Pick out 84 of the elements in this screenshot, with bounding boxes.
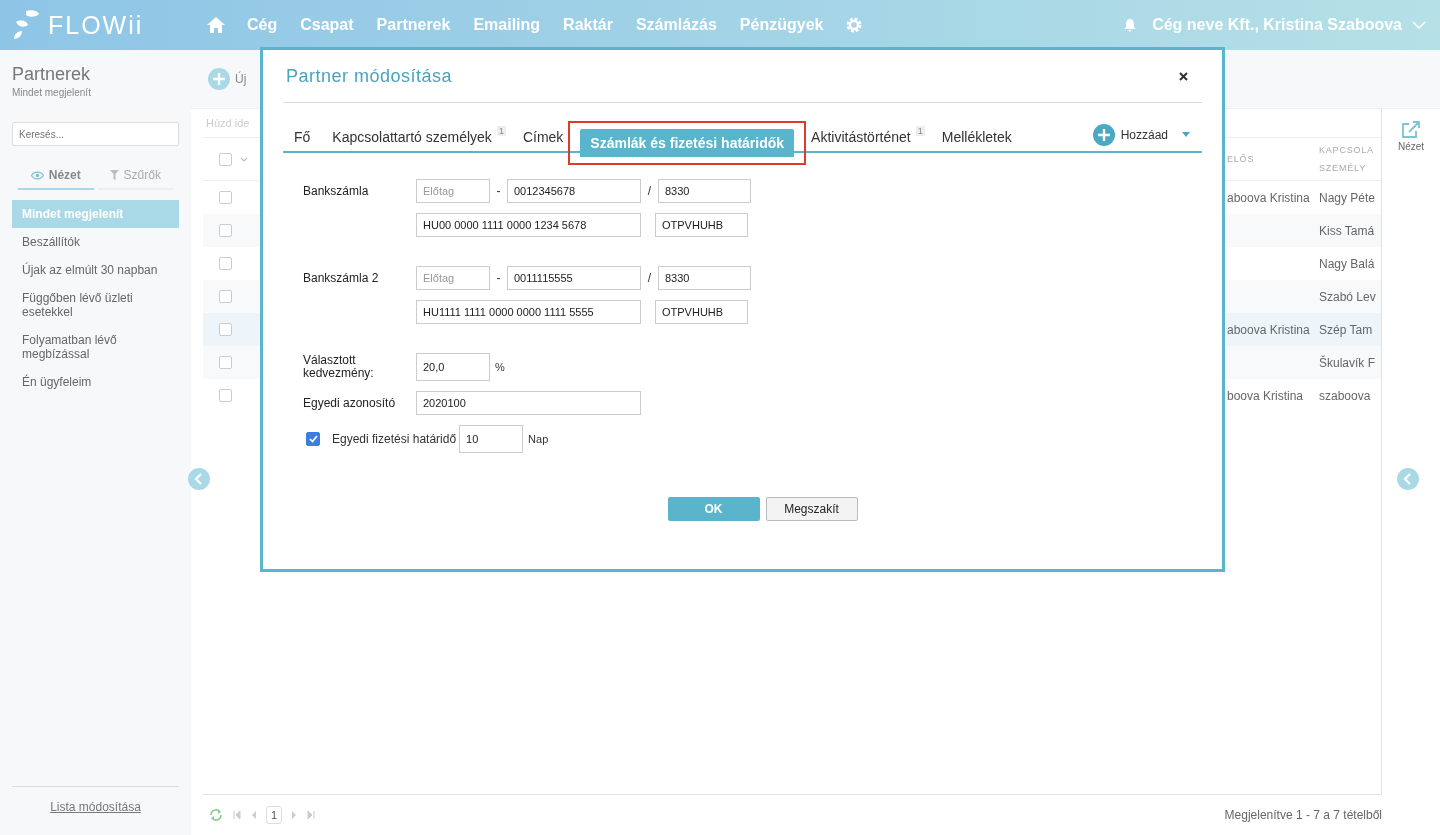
slash-separator: / xyxy=(646,271,653,285)
table-cell: Szép Tam xyxy=(1319,322,1373,337)
view-label[interactable]: Nézet xyxy=(1397,141,1425,152)
external-link-icon[interactable] xyxy=(1401,121,1421,139)
eye-icon xyxy=(30,170,44,180)
field-label: Bankszámla 2 xyxy=(303,271,380,285)
row-checkbox[interactable] xyxy=(219,224,232,237)
field-label: Egyedi fizetési határidő xyxy=(332,432,457,446)
search-field[interactable]: Keresés... xyxy=(12,122,179,146)
field-label: Bankszámla xyxy=(303,184,370,198)
prefix-field[interactable]: Előtag xyxy=(416,179,490,203)
table-cell: Nagy Péte xyxy=(1319,190,1376,205)
custom-id-field[interactable]: 2020100 xyxy=(416,391,641,415)
sidebar-subtitle: Mindet megjelenít xyxy=(12,87,92,98)
plus-icon xyxy=(1092,124,1115,146)
prefix-field[interactable]: Előtag xyxy=(416,266,490,290)
bank-code-field[interactable]: 8330 xyxy=(658,266,751,290)
percent-unit: % xyxy=(495,361,505,373)
row-checkbox[interactable] xyxy=(219,323,232,336)
table-cell: Škulavík F xyxy=(1319,355,1375,370)
add-icon[interactable] xyxy=(208,68,230,90)
chevron-down-icon[interactable] xyxy=(240,156,248,162)
sidebar-item[interactable]: Én ügyfeleim xyxy=(12,368,179,396)
collapse-icon[interactable] xyxy=(1397,468,1419,490)
table-cell: Szabó Lev xyxy=(1319,289,1376,304)
first-page-icon[interactable] xyxy=(233,811,241,819)
cancel-button[interactable]: Megszakít xyxy=(765,497,858,521)
sidebar-tab[interactable]: Nézet xyxy=(18,162,94,190)
dialog-tab[interactable]: Fő xyxy=(285,123,320,151)
dialog-title: Partner módosítása xyxy=(286,65,453,87)
table-cell: Kiss Tamá xyxy=(1319,223,1375,238)
collapse-icon[interactable] xyxy=(188,468,210,490)
table-cell: szaboova xyxy=(1319,388,1371,403)
next-page-icon[interactable] xyxy=(292,811,298,819)
previous-page-icon[interactable] xyxy=(251,811,256,819)
days-unit: Nap xyxy=(528,433,549,445)
row-checkbox[interactable] xyxy=(219,191,232,204)
row-checkbox[interactable] xyxy=(219,356,232,369)
pager-summary: Megjelenítve 1 - 7 a 7 tételből xyxy=(1224,808,1382,822)
add-button[interactable]: Hozzáad xyxy=(1086,123,1174,147)
table-cell: Nagy Balá xyxy=(1319,256,1375,271)
edit-list-link[interactable]: Lista módosítása xyxy=(50,800,141,814)
dialog-tab[interactable]: Mellékletek xyxy=(932,123,1021,151)
table-cell: boova Kristina xyxy=(1227,388,1304,403)
sidebar-item[interactable]: Beszállítók xyxy=(12,228,179,256)
dash-separator: - xyxy=(495,184,502,198)
dialog-tab[interactable]: Címek xyxy=(513,123,573,151)
iban-field[interactable]: HU00 0000 1111 0000 1234 5678 xyxy=(416,213,641,237)
slash-separator: / xyxy=(646,184,653,198)
due-days-field[interactable]: 10 xyxy=(459,425,524,453)
row-checkbox[interactable] xyxy=(219,389,232,402)
row-checkbox[interactable] xyxy=(219,290,232,303)
table-cell: aboova Kristina xyxy=(1227,190,1310,205)
row-checkbox[interactable] xyxy=(219,257,232,270)
bic-field[interactable]: OTPVHUHB xyxy=(655,213,748,237)
filter-icon xyxy=(109,170,119,180)
page-number[interactable]: 1 xyxy=(266,806,283,824)
caret-down-icon[interactable] xyxy=(1182,132,1190,137)
field-label: Egyedi azonosító xyxy=(303,396,397,410)
bic-field[interactable]: OTPVHUHB xyxy=(655,300,748,324)
dash-separator: - xyxy=(495,271,502,285)
sidebar-title: Partnerek xyxy=(12,64,92,85)
close-icon[interactable] xyxy=(1179,71,1188,81)
due-date-checkbox[interactable] xyxy=(306,432,320,446)
count-badge: 1 xyxy=(915,126,925,136)
home-icon[interactable] xyxy=(207,17,225,33)
sidebar-item[interactable]: Folyamatban lévő megbízással xyxy=(12,326,179,368)
table-cell: aboova Kristina xyxy=(1227,322,1310,337)
bell-icon[interactable] xyxy=(1124,18,1137,32)
account-number-field[interactable]: 0012345678 xyxy=(507,179,641,203)
new-partner-button[interactable]: Új xyxy=(235,72,247,86)
iban-field[interactable]: HU1111 1111 0000 0000 1111 5555 xyxy=(416,300,641,324)
logo-icon xyxy=(12,9,42,41)
refresh-icon[interactable] xyxy=(209,809,223,821)
settings-icon[interactable] xyxy=(846,17,863,33)
select-all-checkbox[interactable] xyxy=(219,152,232,166)
field-label: Választott kedvezmény: xyxy=(303,354,375,380)
bank-code-field[interactable]: 8330 xyxy=(658,179,751,203)
account-number-field[interactable]: 0011115555 xyxy=(507,266,641,290)
sidebar-item[interactable]: Újak az elmúlt 30 napban xyxy=(12,256,179,284)
discount-field[interactable]: 20,0 xyxy=(416,353,490,381)
count-badge: 1 xyxy=(496,126,506,136)
last-page-icon[interactable] xyxy=(307,811,316,819)
sidebar-item[interactable]: Függőben lévő üzleti esetekkel xyxy=(12,284,179,326)
